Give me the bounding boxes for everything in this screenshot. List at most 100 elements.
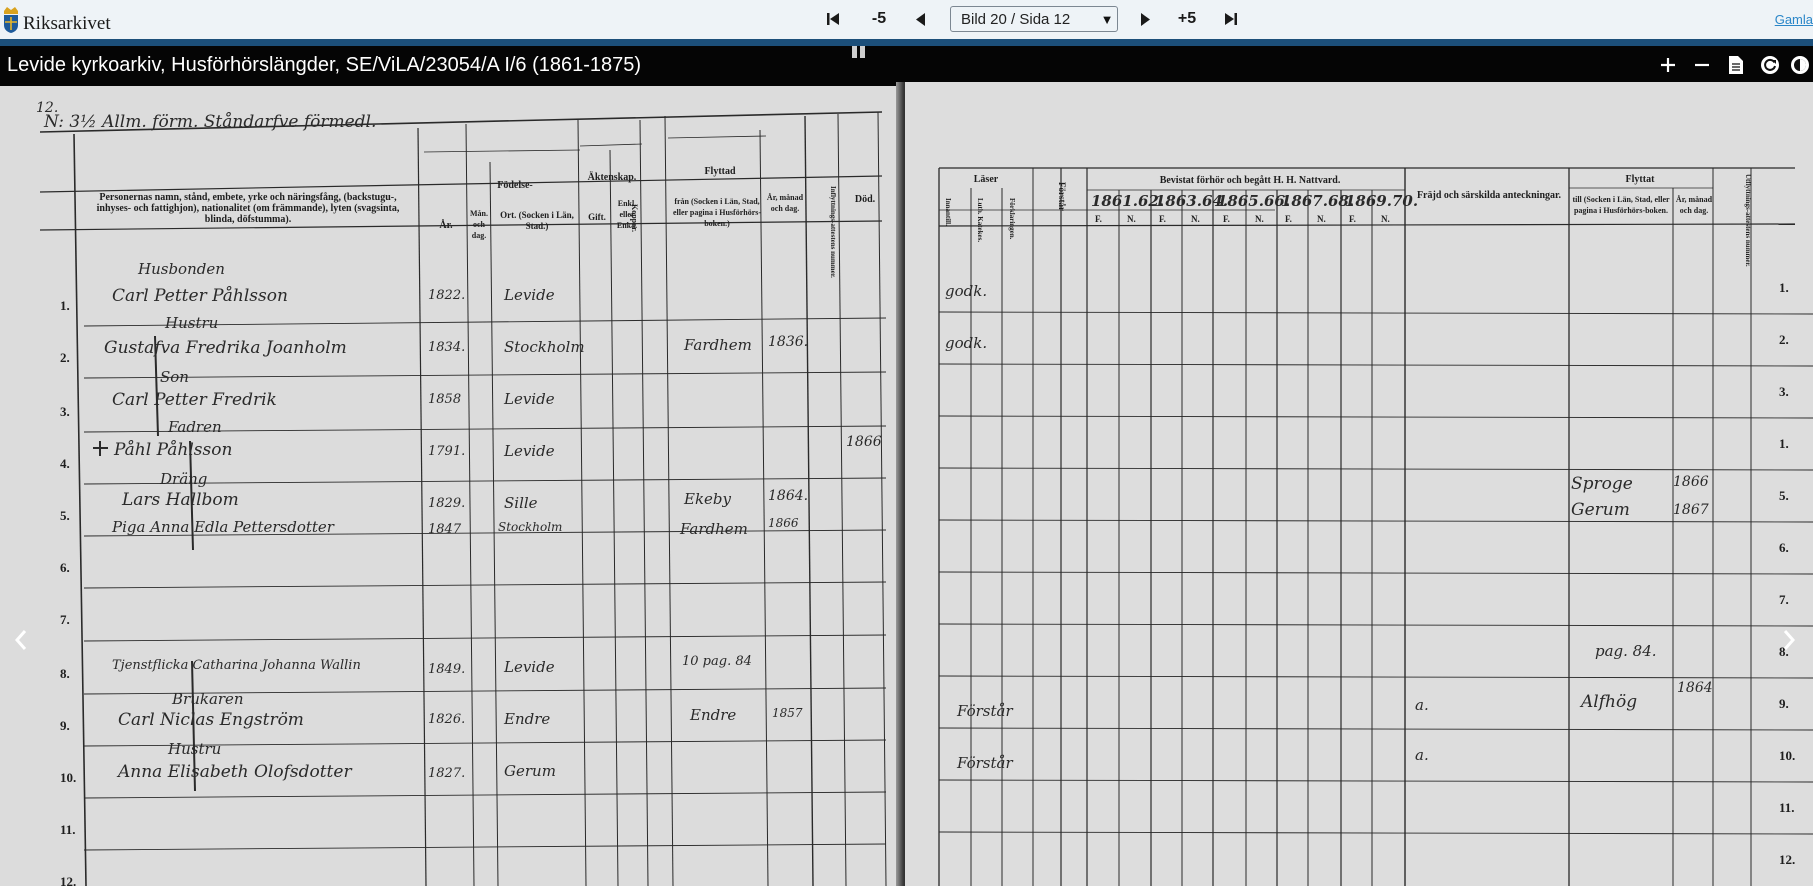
birth-year: 1822. [428, 288, 466, 303]
row-number: 7. [60, 612, 70, 627]
birth-year: 1827. [428, 766, 466, 781]
header-n: N. [1255, 214, 1264, 224]
death-year: 1866 [846, 434, 882, 450]
row-number: 10. [1779, 748, 1796, 763]
row-number: 1. [1779, 436, 1789, 451]
entry-name: Carl Petter Fredrik [112, 390, 277, 410]
birth-place: Levide [504, 442, 555, 460]
birth-place: Stockholm [498, 520, 563, 534]
reading-mark: Förstår [957, 702, 1013, 720]
remark: a. [1415, 696, 1429, 714]
header-n: N. [1191, 214, 1200, 224]
page-select[interactable]: Bild 20 / Sida 12 ▼ [950, 6, 1118, 32]
moved-year: 1866 [1673, 474, 1709, 490]
header-accent-line [0, 39, 1813, 46]
row-number: 3. [60, 404, 70, 419]
contrast-icon [1791, 56, 1809, 74]
entry-role: Dräng [160, 470, 208, 488]
moved-from: Fardhem [684, 336, 752, 354]
birth-year: 1829. [428, 496, 466, 511]
moved-to: Alfhög [1581, 692, 1638, 712]
header-inanbok: Innantill. [944, 198, 952, 226]
header-understands: Förstår [1057, 182, 1067, 211]
zoom-out-icon [1695, 63, 1709, 67]
header-birth: Födelse- [497, 180, 533, 191]
moved-year: 1867 [1673, 502, 1709, 518]
zoom-in-button[interactable] [1651, 54, 1685, 76]
document-info-button[interactable] [1719, 54, 1753, 76]
row-number: 10. [60, 770, 77, 785]
image-viewer[interactable]: 12. N: 3½ Allm. förm. Ståndarfve förmedl… [0, 46, 1813, 886]
row-number: 3. [1779, 384, 1789, 399]
header-f: F. [1223, 214, 1230, 224]
moved-year: 1864. [768, 488, 809, 504]
header-explanation: Förklaringen. [1008, 198, 1016, 240]
header-attended: Bevistat förhör och begått H. H. Nattvar… [1159, 175, 1341, 186]
page-select-value: Bild 20 / Sida 12 [961, 10, 1071, 28]
entry-role: Fadren [168, 418, 222, 436]
entry-name: Carl Petter Påhlsson [112, 286, 288, 306]
header-moved: Flyttad [704, 166, 736, 177]
contrast-button[interactable] [1787, 54, 1813, 76]
moved-from: Ekeby [684, 490, 731, 508]
row-number: 2. [1779, 332, 1789, 347]
caret-down-icon: ▼ [1100, 11, 1114, 27]
remark: a. [1415, 746, 1429, 764]
forward-5-button[interactable]: +5 [1171, 8, 1203, 30]
row-number: 5. [1779, 488, 1789, 503]
next-image-button[interactable] [1778, 628, 1800, 652]
next-page-button[interactable] [1135, 8, 1155, 30]
row-number: 2. [60, 350, 70, 365]
header-marriage: Äktenskap. [587, 172, 637, 183]
document-title: Levide kyrkoarkiv, Husförhörslängder, SE… [7, 54, 642, 76]
header-f: F. [1095, 214, 1102, 224]
row-number: 9. [1779, 696, 1789, 711]
header-month-day: Mån. och dag. [470, 209, 488, 240]
left-page: 12. N: 3½ Allm. förm. Ståndarfve förmedl… [0, 86, 903, 886]
entry-role: Son [160, 368, 189, 386]
header-moved-from: från (Socken i Län, Stad, eller pagina i… [672, 197, 762, 228]
last-page-button[interactable] [1220, 8, 1242, 30]
birth-year: 1847 [428, 522, 462, 537]
skip-last-icon [1225, 13, 1237, 25]
zoom-out-button[interactable] [1685, 54, 1719, 76]
birth-year: 1834. [428, 340, 466, 355]
header-married: Gift. [588, 212, 606, 222]
right-page: Läser Innantill. Luth. Katekes. Förklari… [905, 82, 1813, 886]
birth-year: 1791. [428, 444, 466, 459]
moved-year: 1857 [772, 706, 803, 720]
moved-to: pag. 84. [1595, 642, 1657, 660]
header-in-number: Inflyttnings-attestens nummer. [829, 186, 837, 278]
scanned-household-register: 12. N: 3½ Allm. förm. Ståndarfve förmedl… [0, 46, 1813, 886]
birth-place: Endre [504, 710, 551, 728]
reading-mark: godk. [945, 282, 988, 300]
reading-mark: godk. [945, 334, 988, 352]
header-names: Personernas namn, stånd, embete, yrke oc… [96, 192, 400, 225]
header-f: F. [1159, 214, 1166, 224]
entry-name: Carl Niclas Engström [118, 710, 304, 730]
header-moved: Flyttat [1625, 174, 1655, 185]
header-year-3: 1865.66. [1217, 192, 1291, 210]
back-5-button[interactable]: -5 [864, 8, 894, 30]
header-year-5: 1869.70. [1345, 192, 1419, 210]
skip-first-icon [827, 13, 839, 25]
moved-year: 1866 [768, 516, 799, 530]
entry-role: Hustru [168, 740, 222, 758]
header-year-1: 1861.62. [1091, 192, 1165, 210]
header-dead: Död. [854, 194, 876, 205]
pause-icon[interactable] [850, 46, 870, 65]
moved-to: Gerum [1571, 500, 1630, 520]
entry-name: Anna Elisabeth Olofsdotter [118, 762, 352, 782]
moved-to: Sproge [1571, 474, 1633, 494]
header-n: N. [1317, 214, 1326, 224]
header-f: F. [1349, 214, 1356, 224]
rotate-button[interactable] [1753, 54, 1787, 76]
birth-place: Levide [504, 390, 555, 408]
row-number: 12. [60, 874, 77, 886]
old-viewer-link[interactable]: Gamla [1775, 12, 1813, 27]
previous-page-button[interactable] [911, 8, 931, 30]
moved-from: Endre [690, 706, 737, 724]
entry-name: Piga Anna Edla Pettersdotter [112, 518, 334, 536]
previous-image-button[interactable] [10, 628, 32, 652]
first-page-button[interactable] [822, 8, 844, 30]
